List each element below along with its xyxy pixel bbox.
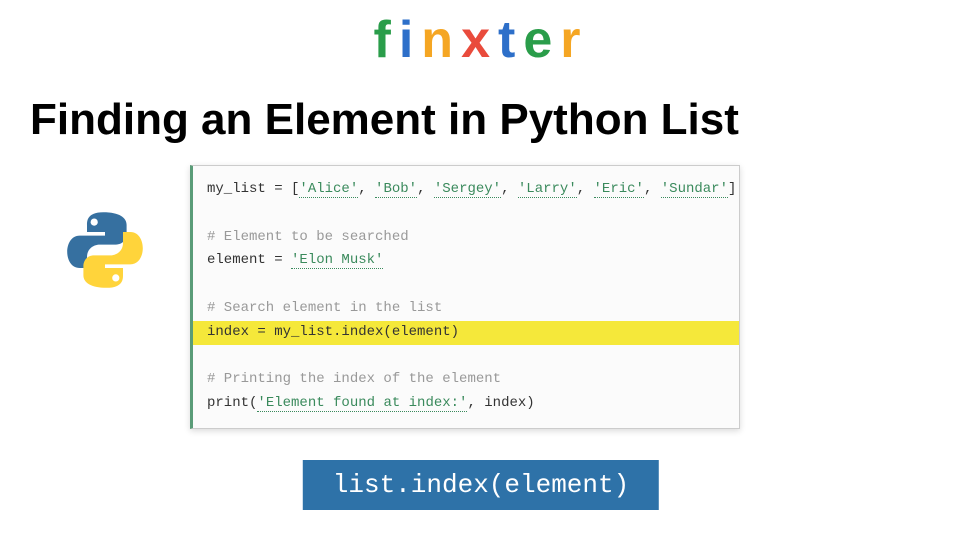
- method-banner: list.index(element): [303, 460, 659, 510]
- logo-letter: i: [399, 10, 421, 70]
- logo-letter: e: [523, 10, 560, 70]
- code-blank: [193, 202, 739, 226]
- code-blank: [193, 345, 739, 369]
- logo-letter: r: [560, 10, 588, 70]
- code-line-2: element = 'Elon Musk': [193, 249, 739, 273]
- code-comment-2: # Search element in the list: [193, 297, 739, 321]
- code-blank: [193, 273, 739, 297]
- code-comment-3: # Printing the index of the element: [193, 368, 739, 392]
- code-line-1: my_list = ['Alice', 'Bob', 'Sergey', 'La…: [193, 178, 739, 202]
- content-row: my_list = ['Alice', 'Bob', 'Sergey', 'La…: [0, 165, 962, 429]
- logo-letter: x: [461, 10, 498, 70]
- code-block: my_list = ['Alice', 'Bob', 'Sergey', 'La…: [190, 165, 740, 429]
- logo-letter: t: [498, 10, 523, 70]
- logo-letter: f: [374, 10, 399, 70]
- code-line-highlighted: index = my_list.index(element): [193, 321, 739, 345]
- code-line-4: print('Element found at index:', index): [193, 392, 739, 416]
- page-title: Finding an Element in Python List: [0, 70, 962, 165]
- brand-logo: finxter: [0, 0, 962, 70]
- python-icon: [60, 205, 150, 295]
- logo-letter: n: [421, 10, 461, 70]
- code-comment-1: # Element to be searched: [193, 226, 739, 250]
